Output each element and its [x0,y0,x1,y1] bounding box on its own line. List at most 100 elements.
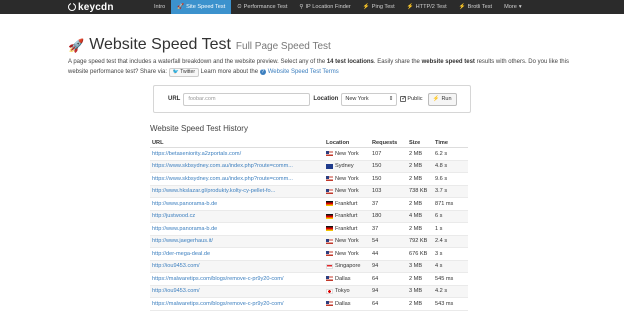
terms-link[interactable]: ? Website Speed Test Terms [259,68,339,75]
table-row: http://justwood.cz Frankfurt 180 4 MB 6 s [150,210,468,223]
time-cell: 543 ms [435,300,454,307]
size-cell: 2 MB [409,175,423,182]
public-label: Public [407,96,423,102]
table-row: https://malwaretips.com/blogs/remove-c-p… [150,298,468,311]
requests-cell: 150 [372,175,382,182]
location-label: Location [313,96,339,102]
run-button[interactable]: ⚡ Run [427,92,457,106]
table-row: http://www.panorama-b.de Frankfurt 37 2 MB 8… [150,198,468,211]
country-flag-icon [326,188,333,194]
nav-item-http2-test[interactable]: ⚡ HTTP/2 Test [401,0,453,14]
requests-cell: 44 [372,250,379,257]
intro-text: . Easily share the [373,59,422,65]
requests-cell: 180 [372,213,382,220]
time-cell: 4.2 s [435,288,448,295]
location-name: New York [335,150,359,157]
time-cell: 545 ms [435,275,454,282]
location-name: New York [335,238,359,245]
twitter-icon: 🐦 [172,68,179,75]
public-checkbox[interactable] [400,95,406,102]
size-cell: 792 KB [409,238,428,245]
result-url-link[interactable]: https://malwaretips.com/blogs/remove-c-p… [150,301,326,307]
table-row: http://der-mega-deal.de New York 44 676 KB 3… [150,248,468,261]
location-cell: New York [326,176,372,182]
size-cell: 3 MB [409,263,423,270]
location-name: Tokyo [335,288,350,295]
result-url-link[interactable]: http://www.jaegerhaus.it/ [150,238,326,244]
country-flag-icon [326,263,333,269]
twitter-share-button[interactable]: 🐦 Twitter [168,67,199,77]
location-cell: Frankfurt [326,226,372,232]
column-header-location: Location [326,140,350,146]
size-cell: 2 MB [409,200,423,207]
country-flag-icon [326,176,333,182]
result-url-link[interactable]: http://der-mega-deal.de [150,251,326,257]
result-url-link[interactable]: https://betaseniority.a2zportals.com/ [150,151,326,157]
table-row: https://www.skbsydney.com.au/index.php?r… [150,173,468,186]
nav-item-more[interactable]: More ▾ [498,0,530,14]
time-cell: 3.7 s [435,188,448,195]
table-row: http://iou9453.com/Singapore 94 3 MB 4 s [150,260,468,273]
nav-item-intro[interactable]: Intro [148,0,171,14]
page-header: 🚀 Website Speed Test Full Page Speed Tes… [68,36,331,54]
location-cell: New York [326,238,372,244]
map-marker-icon: ⚲ [299,4,304,10]
location-name: New York [335,188,359,195]
result-url-link[interactable]: https://www.skbsydney.com.au/index.php?r… [150,176,326,182]
size-cell: 2 MB [409,300,423,307]
twitter-label: Twitter [180,68,195,75]
location-name: New York [335,175,359,182]
column-header-url: URL [152,140,164,146]
nav-item-label: Intro [154,4,166,10]
result-url-link[interactable]: http://www.panorama-b.de [150,226,326,232]
column-header-time: Time [435,140,448,146]
location-value: New York [345,96,369,102]
country-flag-icon [326,301,333,307]
requests-cell: 64 [372,275,379,282]
country-flag-icon [326,151,333,157]
nav-item-performance-test[interactable]: ⏲ Performance Test [231,0,293,14]
nav-item-ip-location-finder[interactable]: ⚲ IP Location Finder [293,0,356,14]
location-name: Frankfurt [335,213,358,220]
location-cell: Frankfurt [326,213,372,219]
nav-item-site-speed-test[interactable]: 🚀 Site Speed Test [171,0,232,14]
location-select[interactable]: New York ⇕ [341,92,398,106]
keycdn-logo[interactable]: keycdn [0,0,148,14]
location-cell: New York [326,151,372,157]
question-icon: ? [259,68,266,75]
result-url-link[interactable]: https://www.skbsydney.com.au/index.php?r… [150,163,326,169]
time-cell: 6 s [435,213,443,220]
page-subtitle: Full Page Speed Test [235,41,331,52]
result-url-link[interactable]: http://www.panorama-b.de [150,201,326,207]
timer-icon: ⏲ [237,3,242,10]
country-flag-icon [326,163,333,169]
time-cell: 9.6 s [435,175,448,182]
table-row: http://www.jaegerhaus.it/New York 54 792 K… [150,235,468,248]
nav-item-label: Site Speed Test [186,4,226,10]
table-header: URL Location Requests Size Time [150,139,468,148]
table-row: https://malwaretips.com/blogs/remove-c-p… [150,273,468,286]
time-cell: 4.8 s [435,163,448,170]
nav-item-label: IP Location Finder [305,4,351,10]
nav-item-label: Brotli Test [467,4,493,10]
result-url-link[interactable]: http://www.hkslazar.gl/produkty.kolty-cy… [150,188,326,194]
country-flag-icon [326,276,333,282]
nav-item-ping-test[interactable]: ⚡ Ping Test [357,0,401,14]
size-cell: 676 KB [409,250,428,257]
requests-cell: 94 [372,263,379,270]
result-url-link[interactable]: http://iou9453.com/ [150,263,326,269]
result-url-link[interactable]: https://malwaretips.com/blogs/remove-c-p… [150,276,326,282]
location-name: Frankfurt [335,225,358,232]
time-cell: 871 ms [435,200,454,207]
terms-link-label: Website Speed Test Terms [267,68,339,75]
location-name: Frankfurt [335,200,358,207]
nav-item-label: More [504,4,517,10]
url-input[interactable]: foobar.com [183,92,311,106]
result-url-link[interactable]: http://iou9453.com/ [150,288,326,294]
nav-item-brotli-test[interactable]: ⚡ Brotli Test [453,0,498,14]
location-cell: New York [326,251,372,257]
result-url-link[interactable]: http://justwood.cz [150,213,326,219]
intro-text: A page speed test that includes a waterf… [68,59,327,65]
intro-bold: website speed test [421,59,475,65]
column-header-size: Size [409,140,421,146]
